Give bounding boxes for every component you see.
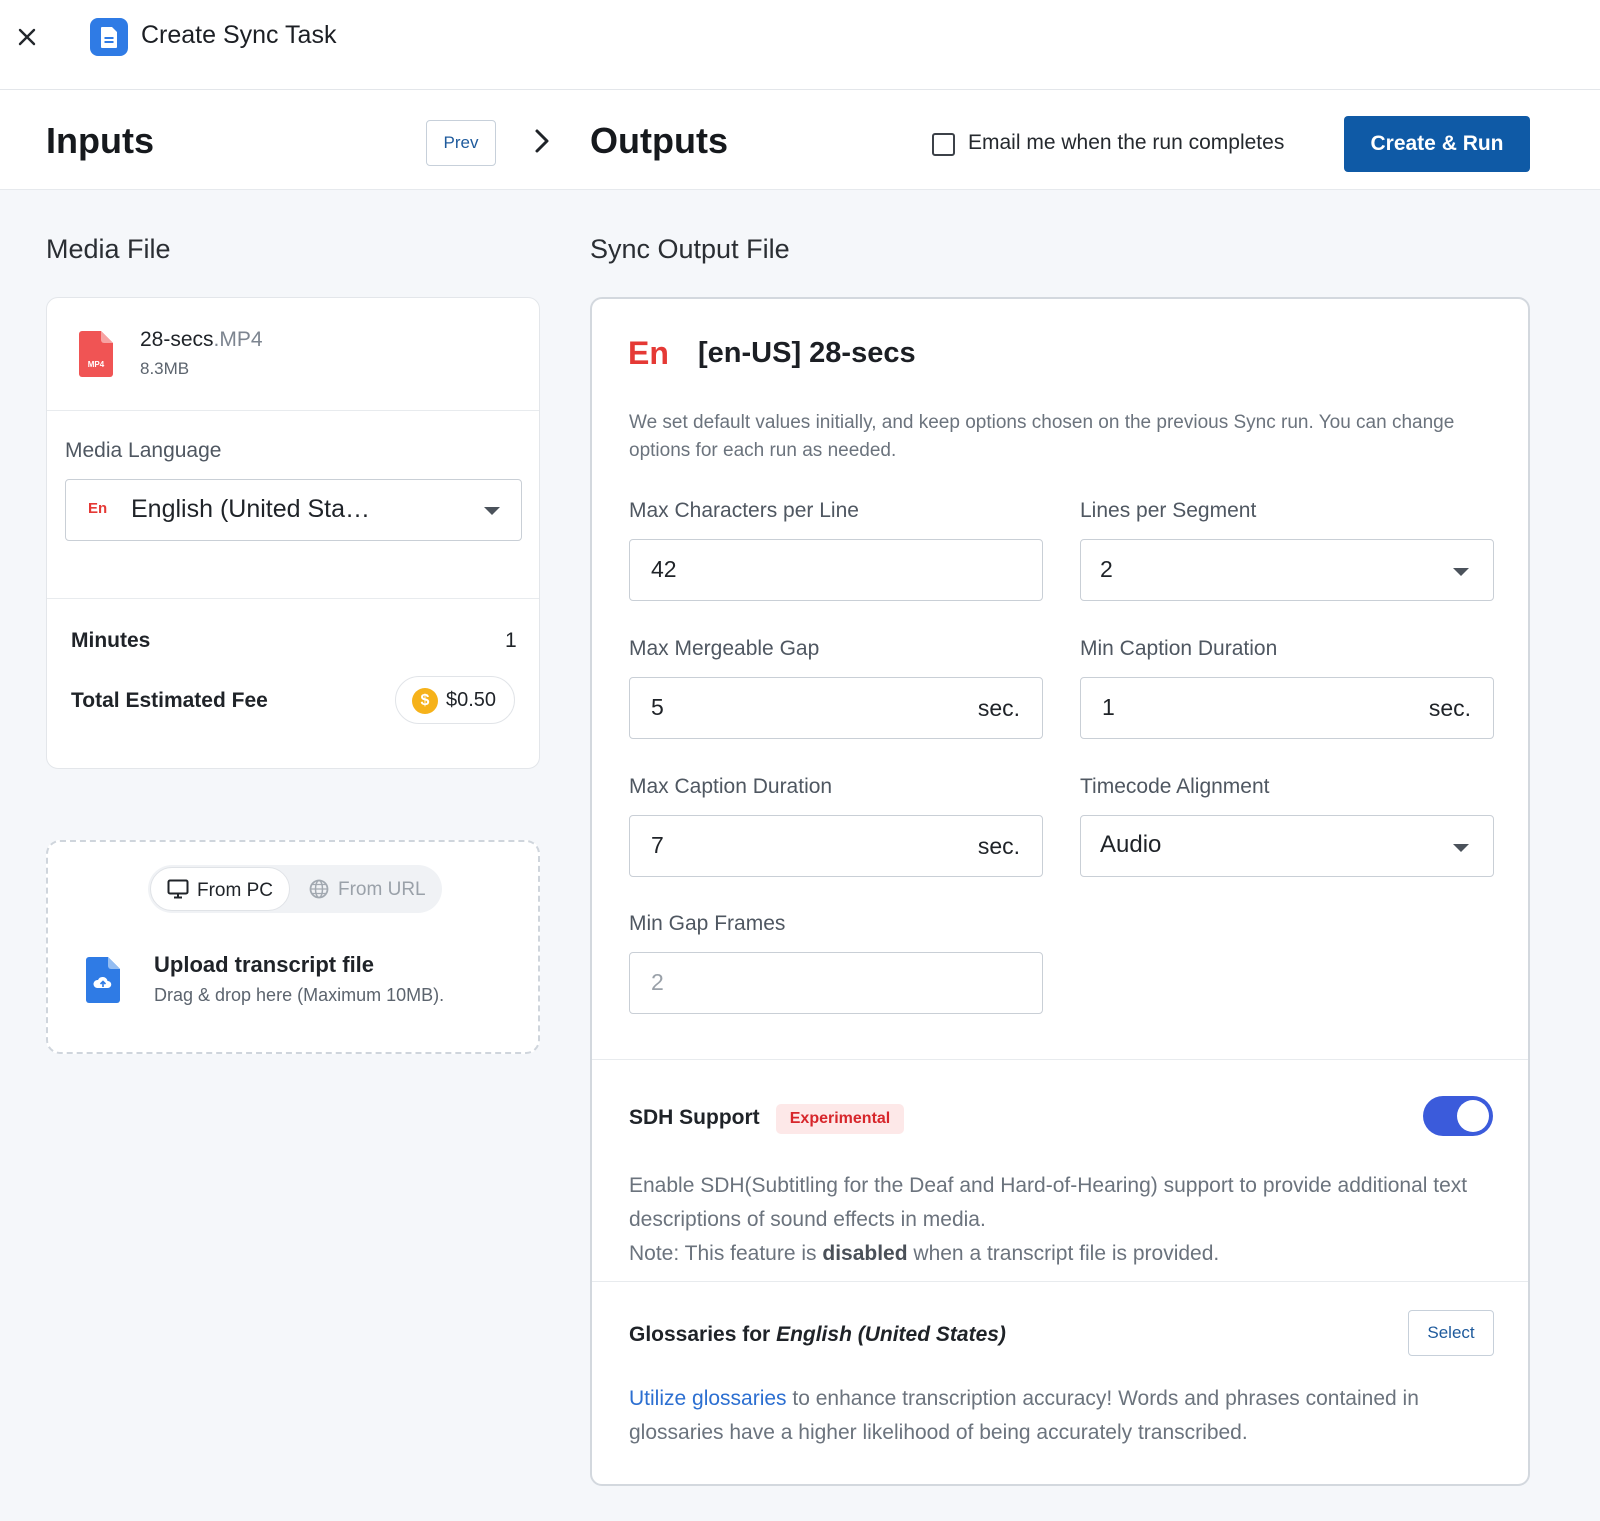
timecode-alignment-value: Audio [1100,831,1162,858]
email-checkbox[interactable] [932,133,955,156]
inputs-step-title: Inputs [46,120,154,161]
output-file-name: [en-US] 28-secs [698,337,916,369]
document-icon [90,18,128,56]
max-caption-duration-input[interactable]: 7 sec. [629,815,1043,877]
sdh-support-label: SDH Support [629,1106,760,1129]
file-size: 8.3MB [140,359,190,378]
tab-from-pc-label: From PC [197,880,273,901]
max-mergeable-gap-input[interactable]: 5 sec. [629,677,1043,739]
file-extension: .MP4 [213,328,263,351]
upload-title: Upload transcript file [154,952,375,977]
sdh-description-text: Enable SDH(Subtitling for the Deaf and H… [629,1174,1468,1231]
minutes-label: Minutes [71,629,151,652]
chevron-right-icon [535,129,549,153]
create-and-run-button[interactable]: Create & Run [1344,116,1530,172]
min-gap-frames-label: Min Gap Frames [629,912,786,935]
sdh-description: Enable SDH(Subtitling for the Deaf and H… [629,1169,1489,1271]
page-title: Create Sync Task [141,21,337,49]
min-gap-frames-value: 2 [651,969,664,995]
divider [592,1281,1528,1282]
mp4-icon-label: MP4 [88,360,105,369]
file-name-base: 28-secs [140,328,214,351]
max-caption-duration-label: Max Caption Duration [629,775,833,798]
divider [47,410,539,411]
timecode-alignment-label: Timecode Alignment [1080,775,1270,798]
max-chars-value: 42 [651,556,677,582]
total-fee-label: Total Estimated Fee [71,689,268,712]
caret-down-icon [1453,568,1469,576]
max-chars-input[interactable]: 42 [629,539,1043,601]
top-bar: Create Sync Task [0,0,1600,90]
media-language-value: English (United Sta… [131,495,371,523]
fee-pill: $ $0.50 [395,676,515,724]
monitor-icon [167,879,189,899]
email-checkbox-label[interactable]: Email me when the run completes [968,131,1284,155]
max-mergeable-gap-label: Max Mergeable Gap [629,637,820,660]
sdh-note-post: when a transcript file is provided. [907,1242,1220,1265]
step-bar: Inputs Prev Outputs Email me when the ru… [0,90,1600,190]
unit-label: sec. [977,833,1020,859]
experimental-badge: Experimental [776,1104,904,1134]
sync-output-title: Sync Output File [590,234,790,264]
unit-label: sec. [1428,695,1471,721]
glossaries-label: Glossaries for English (United States) [629,1323,1006,1347]
upload-transcript-dropzone[interactable]: From PC From URL Upload transcript file … [46,840,540,1054]
upload-source-toggle: From PC From URL [148,865,442,913]
max-mergeable-gap-value: 5 [651,694,664,720]
max-chars-label: Max Characters per Line [629,499,859,522]
tab-from-pc[interactable]: From PC [150,867,290,911]
caret-down-icon [484,507,500,515]
lines-per-segment-select[interactable]: 2 [1080,539,1494,601]
language-tag: En [88,500,108,517]
output-description: We set default values initially, and kee… [629,412,1455,461]
caret-down-icon [1453,844,1469,852]
tab-from-url[interactable]: From URL [294,867,440,911]
glossary-select-button[interactable]: Select [1408,1310,1494,1356]
divider [47,598,539,599]
media-file-card: MP4 28-secs.MP4 8.3MB Media Language En … [46,297,540,769]
outputs-step-title: Outputs [590,120,728,161]
file-name: 28-secs.MP4 [140,328,263,352]
max-caption-duration-value: 7 [651,832,664,858]
min-gap-frames-input[interactable]: 2 [629,952,1043,1014]
sdh-note: Note: This feature is disabled when a tr… [629,1237,1489,1271]
mp4-file-icon: MP4 [79,331,113,377]
sdh-support-toggle[interactable] [1423,1096,1493,1136]
timecode-alignment-select[interactable]: Audio [1080,815,1494,877]
unit-label: sec. [977,695,1020,721]
output-language-tag: En [628,335,669,371]
sync-output-card: En [en-US] 28-secs We set default values… [590,297,1530,1486]
close-icon[interactable] [14,24,40,50]
globe-icon [309,879,329,899]
glossaries-description: Utilize glossaries to enhance transcript… [629,1382,1489,1450]
tab-from-url-label: From URL [338,879,426,900]
divider [592,1059,1528,1060]
total-fee-value: $0.50 [446,689,497,711]
glossaries-language: English (United States) [776,1323,1006,1346]
media-language-label: Media Language [65,439,222,462]
media-file-title: Media File [46,234,171,264]
prev-button[interactable]: Prev [426,120,496,166]
sdh-note-bold: disabled [822,1242,908,1265]
media-language-select[interactable]: En English (United Sta… [65,479,522,541]
min-caption-duration-input[interactable]: 1 sec. [1080,677,1494,739]
utilize-glossaries-link[interactable]: Utilize glossaries [629,1387,787,1410]
min-caption-duration-label: Min Caption Duration [1080,637,1278,660]
coin-icon: $ [412,688,438,714]
sdh-note-pre: Note: This feature is [629,1242,823,1265]
lines-per-segment-value: 2 [1100,556,1113,582]
upload-subtitle: Drag & drop here (Maximum 10MB). [154,985,445,1005]
upload-file-icon [86,957,120,1003]
minutes-value: 1 [505,629,517,652]
lines-per-segment-label: Lines per Segment [1080,499,1257,522]
glossaries-label-pre: Glossaries for [629,1323,777,1346]
toggle-knob [1457,1100,1489,1132]
min-caption-duration-value: 1 [1102,694,1115,720]
